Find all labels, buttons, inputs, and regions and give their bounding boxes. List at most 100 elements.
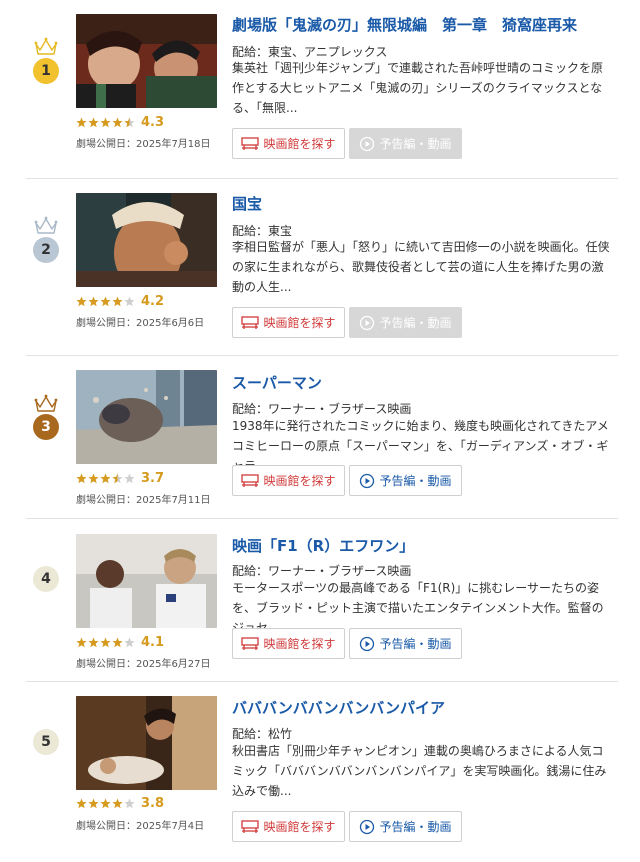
poster-image <box>76 14 217 108</box>
star-full-icon <box>100 473 111 483</box>
star-half-icon <box>124 117 135 127</box>
star-full-icon <box>112 798 123 808</box>
trailer-label: 予告編・動画 <box>379 637 452 651</box>
find-theater-label: 映画館を探す <box>263 474 336 488</box>
rating: 4.3 <box>76 114 164 130</box>
trailer-button[interactable]: 予告編・動画 <box>349 465 462 496</box>
star-full-icon <box>112 637 123 647</box>
synopsis: 秋田書店「別冊少年チャンピオン」連載の奥嶋ひろまさによる人気コミック「バババンバ… <box>232 744 607 798</box>
star-empty-icon <box>124 296 135 306</box>
movie-thumbnail[interactable] <box>76 193 217 287</box>
play-icon <box>360 136 375 151</box>
ranking-item: 4 4.1 劇場公開日：2025年6月27日 映画「F1（R）エフワン」 配給：… <box>0 519 640 699</box>
poster-image <box>76 534 217 628</box>
poster-image <box>76 696 217 790</box>
star-full-icon <box>76 296 87 306</box>
star-rating <box>76 296 135 307</box>
trailer-label: 予告編・動画 <box>379 316 452 330</box>
movie-title-link[interactable]: 国宝 <box>232 193 262 214</box>
movie-title-link[interactable]: 劇場版「鬼滅の刃」無限城編 第一章 猗窩座再来 <box>232 14 577 35</box>
star-full-icon <box>76 798 87 808</box>
find-theater-label: 映画館を探す <box>263 137 336 151</box>
poster-image <box>76 370 217 464</box>
find-theater-label: 映画館を探す <box>263 820 336 834</box>
ranking-item: 5 3.8 劇場公開日：2025年7月4日 バババンババンバンバンパイア 配給：… <box>0 682 640 862</box>
trailer-button: 予告編・動画 <box>349 128 462 159</box>
star-rating <box>76 637 135 648</box>
trailer-button: 予告編・動画 <box>349 307 462 338</box>
trailer-label: 予告編・動画 <box>379 474 452 488</box>
star-full-icon <box>76 117 87 127</box>
movie-ranking-list: 1 4.3 劇場公開日：2025年7月18日 劇場版「鬼滅の刃」無限城編 第一章… <box>0 0 640 853</box>
release-date: 劇場公開日：2025年6月27日 <box>76 659 211 670</box>
poster-image <box>76 193 217 287</box>
find-theater-button[interactable]: 映画館を探す <box>232 465 345 496</box>
crown-icon <box>34 216 58 234</box>
theater-seat-icon <box>241 636 260 650</box>
theater-seat-icon <box>241 473 260 487</box>
star-full-icon <box>76 473 87 483</box>
distributor: 配給：ワーナー・ブラザース映画 <box>232 564 412 578</box>
movie-thumbnail[interactable] <box>76 14 217 108</box>
crown-icon <box>34 37 58 55</box>
star-full-icon <box>88 473 99 483</box>
movie-title-link[interactable]: スーパーマン <box>232 372 322 393</box>
rating: 4.1 <box>76 634 164 650</box>
rating-value: 3.7 <box>141 470 165 486</box>
rank-badge: 1 <box>33 58 59 84</box>
release-date: 劇場公開日：2025年7月4日 <box>76 821 205 832</box>
rating-value: 4.1 <box>141 634 165 650</box>
synopsis: 李相日監督が「悪人」「怒り」に続いて吉田修一の小説を映画化。任侠の家に生まれなが… <box>232 240 610 294</box>
movie-thumbnail[interactable] <box>76 370 217 464</box>
play-icon <box>360 315 375 330</box>
theater-seat-icon <box>241 136 260 150</box>
star-full-icon <box>100 637 111 647</box>
distributor: 配給：ワーナー・ブラザース映画 <box>232 402 412 416</box>
trailer-label: 予告編・動画 <box>379 820 452 834</box>
find-theater-button[interactable]: 映画館を探す <box>232 307 345 338</box>
find-theater-button[interactable]: 映画館を探す <box>232 811 345 842</box>
star-rating <box>76 798 135 809</box>
theater-seat-icon <box>241 315 260 329</box>
crown-icon <box>34 394 58 412</box>
star-rating <box>76 473 135 484</box>
find-theater-label: 映画館を探す <box>263 316 336 330</box>
synopsis: 集英社「週刊少年ジャンプ」で連載された吾峠呼世晴のコミックを原作とする大ヒットア… <box>232 61 604 115</box>
ranking-item: 2 4.2 劇場公開日：2025年6月6日 国宝 配給：東宝 李相日監督が「悪人… <box>0 179 640 359</box>
movie-thumbnail[interactable] <box>76 534 217 628</box>
star-rating <box>76 117 135 128</box>
rank-badge: 4 <box>33 566 59 592</box>
star-full-icon <box>112 117 123 127</box>
star-empty-icon <box>124 798 135 808</box>
rating-value: 4.2 <box>141 293 165 309</box>
star-full-icon <box>100 117 111 127</box>
movie-title-link[interactable]: バババンババンバンバンパイア <box>232 697 445 718</box>
movie-title-link[interactable]: 映画「F1（R）エフワン」 <box>232 535 414 556</box>
find-theater-label: 映画館を探す <box>263 637 336 651</box>
star-full-icon <box>88 117 99 127</box>
rating: 3.8 <box>76 795 164 811</box>
trailer-label: 予告編・動画 <box>379 137 452 151</box>
find-theater-button[interactable]: 映画館を探す <box>232 128 345 159</box>
release-date: 劇場公開日：2025年7月18日 <box>76 139 211 150</box>
star-full-icon <box>112 296 123 306</box>
ranking-item: 1 4.3 劇場公開日：2025年7月18日 劇場版「鬼滅の刃」無限城編 第一章… <box>0 0 640 180</box>
trailer-button[interactable]: 予告編・動画 <box>349 811 462 842</box>
rank-badge: 5 <box>33 729 59 755</box>
release-date: 劇場公開日：2025年7月11日 <box>76 495 211 506</box>
ranking-item: 3 3.7 劇場公開日：2025年7月11日 スーパーマン 配給：ワーナー・ブラ… <box>0 356 640 536</box>
star-full-icon <box>88 798 99 808</box>
rating-value: 4.3 <box>141 114 165 130</box>
play-icon <box>360 473 375 488</box>
star-half-icon <box>112 473 123 483</box>
movie-thumbnail[interactable] <box>76 696 217 790</box>
star-full-icon <box>100 798 111 808</box>
star-empty-icon <box>124 473 135 483</box>
theater-seat-icon <box>241 819 260 833</box>
trailer-button[interactable]: 予告編・動画 <box>349 628 462 659</box>
star-full-icon <box>76 637 87 647</box>
rating-value: 3.8 <box>141 795 165 811</box>
rank-badge: 2 <box>33 237 59 263</box>
star-empty-icon <box>124 637 135 647</box>
find-theater-button[interactable]: 映画館を探す <box>232 628 345 659</box>
